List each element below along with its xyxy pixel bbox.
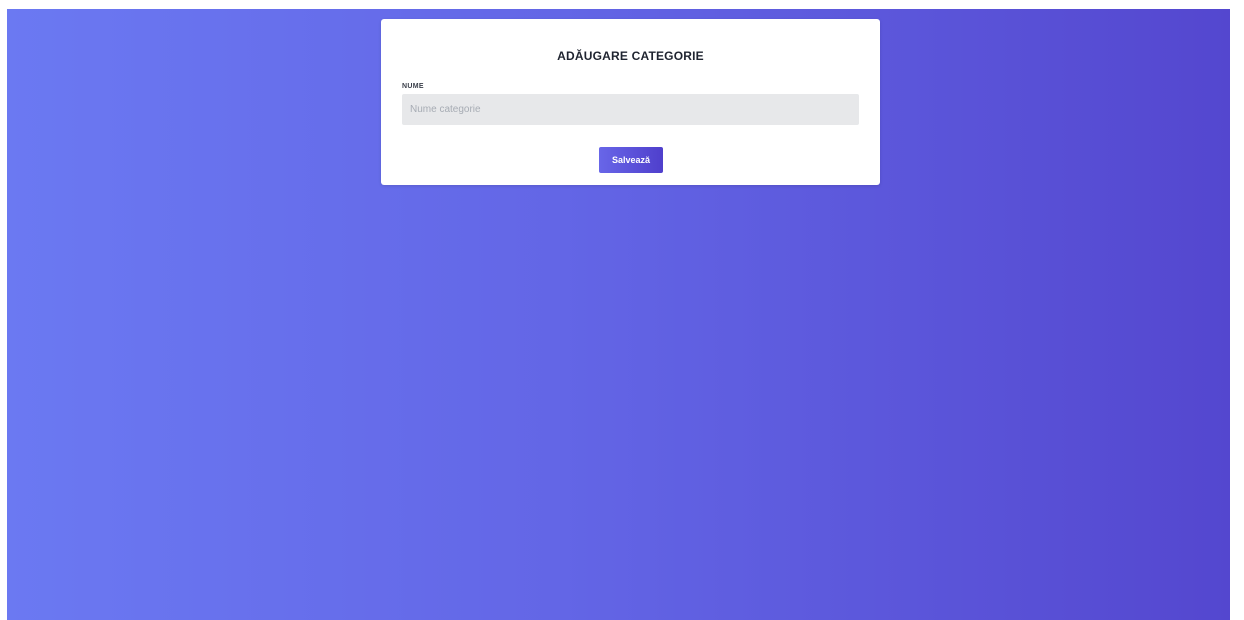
form-title: ADĂUGARE CATEGORIE: [557, 49, 704, 63]
category-name-input[interactable]: [402, 94, 859, 125]
save-button[interactable]: Salvează: [599, 147, 663, 173]
page-background: ADĂUGARE CATEGORIE NUME Salvează: [7, 9, 1230, 620]
name-field-label: NUME: [402, 83, 424, 90]
add-category-card: ADĂUGARE CATEGORIE NUME Salvează: [381, 19, 880, 185]
